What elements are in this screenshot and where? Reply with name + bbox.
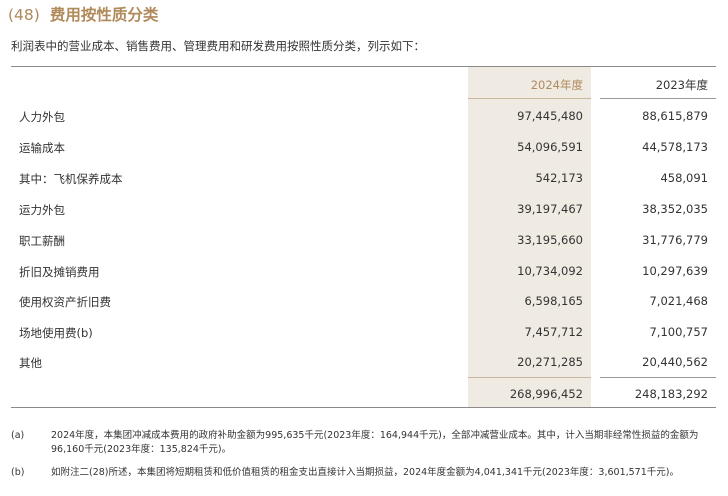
table-row: 运力外包 39,197,467 38,352,035 [0, 193, 728, 224]
row-value-previous: 31,776,779 [642, 233, 708, 247]
table-row: 职工薪酬 33,195,660 31,776,779 [0, 224, 728, 255]
section-heading: (48) 费用按性质分类 [8, 3, 158, 25]
row-value-previous: 20,440,562 [642, 355, 708, 369]
table-row: 场地使用费(b) 7,457,712 7,100,757 [0, 316, 728, 347]
section-title: 费用按性质分类 [49, 6, 159, 24]
row-value-current: 54,096,591 [517, 140, 583, 154]
row-value-current: 20,271,285 [517, 355, 583, 369]
table-row: 使用权资产折旧费 6,598,165 7,021,468 [0, 285, 728, 316]
footnote-text: 如附注二(28)所述，本集团将短期租赁和低价值租赁的租金支出直接计入当期损益，2… [51, 467, 679, 478]
row-label: 职工薪酬 [19, 234, 65, 248]
row-label: 运输成本 [19, 141, 65, 155]
table-top-rule [11, 66, 716, 67]
row-label: 场地使用费(b) [19, 326, 93, 340]
footnote-text: 2024年度，本集团冲减成本费用的政府补助金额为995,635千元(2023年度… [51, 430, 699, 455]
intro-text: 利润表中的营业成本、销售费用、管理费用和研发费用按照性质分类，列示如下： [11, 39, 425, 53]
row-value-current: 97,445,480 [517, 109, 583, 123]
table-row: 运输成本 54,096,591 44,578,173 [0, 131, 728, 162]
total-value-current: 268,996,452 [509, 387, 583, 401]
row-value-current: 542,173 [535, 171, 583, 185]
total-rule-current [468, 377, 591, 378]
row-value-previous: 44,578,173 [642, 140, 708, 154]
row-label: 折旧及摊销费用 [19, 265, 100, 279]
row-label: 使用权资产折旧费 [19, 295, 111, 309]
footnote-marker: (a) [11, 430, 25, 441]
section-number: (48) [8, 6, 40, 24]
row-label: 其中：飞机保养成本 [19, 172, 123, 186]
row-value-previous: 88,615,879 [642, 109, 708, 123]
header-underline-current [468, 98, 591, 99]
row-value-previous: 10,297,639 [642, 264, 708, 278]
total-value-previous: 248,183,292 [634, 387, 708, 401]
row-value-current: 7,457,712 [524, 325, 583, 339]
row-value-current: 10,734,092 [517, 264, 583, 278]
header-underline-previous [600, 98, 716, 99]
table-row: 折旧及摊销费用 10,734,092 10,297,639 [0, 255, 728, 286]
column-header-previous: 2023年度 [655, 78, 708, 92]
total-rule-previous [600, 377, 716, 378]
row-value-previous: 38,352,035 [642, 202, 708, 216]
table-row: 人力外包 97,445,480 88,615,879 [0, 100, 728, 131]
row-value-previous: 7,100,757 [649, 325, 708, 339]
row-value-previous: 7,021,468 [649, 294, 708, 308]
row-value-current: 39,197,467 [517, 202, 583, 216]
column-header-current: 2024年度 [530, 78, 583, 92]
table-bottom-rule [11, 407, 716, 408]
row-label: 运力外包 [19, 203, 65, 217]
row-value-current: 6,598,165 [524, 294, 583, 308]
table-row: 其他 20,271,285 20,440,562 [0, 346, 728, 377]
row-value-current: 33,195,660 [517, 233, 583, 247]
footnote-marker: (b) [11, 467, 25, 478]
table-row: 其中：飞机保养成本 542,173 458,091 [0, 162, 728, 193]
row-label: 其他 [19, 356, 42, 370]
row-value-previous: 458,091 [660, 171, 708, 185]
row-label: 人力外包 [19, 110, 65, 124]
